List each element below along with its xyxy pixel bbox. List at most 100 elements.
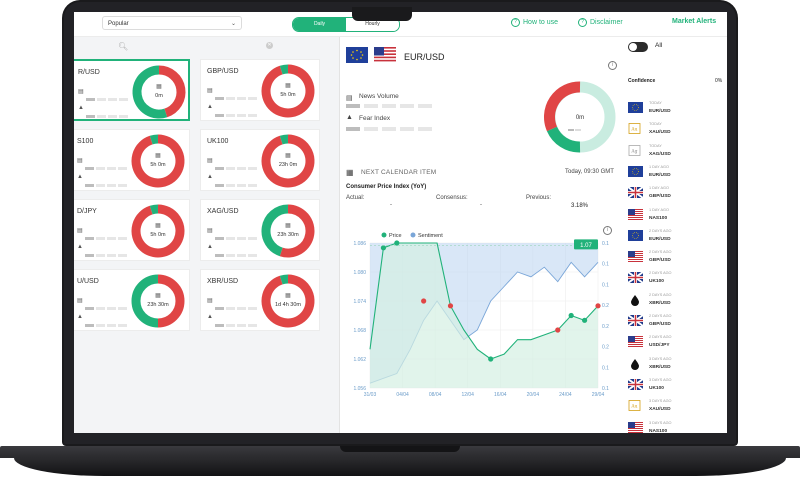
alert-time: 1 DAY AGO <box>649 164 669 169</box>
clear-icon[interactable]: ✕ <box>266 42 273 49</box>
alert-symbol: USD/JPY <box>649 343 670 349</box>
alert-item[interactable]: 2 DAYS AGO EUR/USD <box>628 229 724 251</box>
metric-bar <box>96 324 105 328</box>
fear-index-bar <box>382 127 396 131</box>
tab-daily[interactable]: Daily <box>293 18 346 31</box>
card-metric-bars <box>85 300 129 318</box>
newspaper-icon: ▤ <box>207 228 213 234</box>
all-label: All <box>655 42 663 49</box>
alert-item[interactable]: 2 DAYS AGO GBP/USD <box>628 314 724 336</box>
instrument-card[interactable]: R/USD ▤ ▲ ▦ 0m <box>74 59 190 121</box>
fear-index-bar <box>346 127 360 131</box>
alert-item[interactable]: 3 DAYS AGO XBR/USD <box>628 357 724 379</box>
camera-notch <box>352 7 412 21</box>
alert-item[interactable]: 2 DAYS AGO XBR/USD <box>628 293 724 315</box>
newspaper-icon: ▤ <box>207 158 213 164</box>
card-metric-bars <box>86 91 130 109</box>
alert-symbol: NAS100 <box>649 215 668 221</box>
alert-time: 1 DAY AGO <box>649 186 669 191</box>
alert-symbol: XAG/USD <box>649 151 671 157</box>
countdown-donut: ▦ 0m <box>132 65 186 119</box>
alert-item[interactable]: 1 DAY AGO EUR/USD <box>628 165 724 187</box>
alert-symbol: XAU/USD <box>649 130 671 136</box>
alerts-panel: All Confidence 0% TODAY EUR/USD Au TODAY XAU… <box>624 37 727 433</box>
alert-symbol: UK100 <box>649 385 664 391</box>
price-marker <box>555 327 561 333</box>
alert-item[interactable]: 2 DAYS AGO USD/JPY <box>628 335 724 357</box>
donut-green-segment <box>261 204 289 257</box>
alert-item[interactable]: Au TODAY XAU/USD <box>628 122 724 144</box>
how-to-use-link[interactable]: ? How to use <box>511 17 558 29</box>
alert-symbol: NAS100 <box>649 428 668 434</box>
newspaper-icon: ▤ <box>77 158 83 164</box>
fear-index-label: Fear Index <box>359 115 391 122</box>
metric-bar <box>215 167 224 171</box>
alert-item[interactable]: 2 DAYS AGO GBP/USD <box>628 250 724 272</box>
price-marker <box>595 303 601 309</box>
instrument-card[interactable]: GBP/USD ▤ ▲ ▦ 5h 0m <box>200 59 320 121</box>
current-price-label: 1.07 <box>580 243 592 249</box>
metric-bar <box>118 167 127 171</box>
alert-symbol: EUR/USD <box>649 236 671 242</box>
metric-bar <box>237 167 246 171</box>
countdown-donut: ▦ 5h 0m <box>261 64 315 118</box>
metric-bar <box>248 114 257 118</box>
card-metric-bars <box>215 230 259 248</box>
alert-item[interactable]: Ag TODAY XAG/USD <box>628 144 724 166</box>
info-icon[interactable]: i <box>608 61 617 70</box>
metric-bar <box>97 98 106 102</box>
instrument-card[interactable]: UK100 ▤ ▲ ▦ 23h 0m <box>200 129 320 191</box>
price-sentiment-chart[interactable]: 1.07 1.086 1.080 1.074 1.068 1.062 1.056 0.1 0.1… <box>340 227 622 403</box>
alert-item[interactable]: 3 DAYS AGO NAS100 <box>628 420 724 434</box>
detail-donut: 0m <box>544 81 616 153</box>
metric-bar <box>215 307 224 311</box>
alert-time: 3 DAYS AGO <box>649 399 672 404</box>
metric-bar <box>96 307 105 311</box>
alert-item[interactable]: 1 DAY AGO GBP/USD <box>628 186 724 208</box>
pair-title: EUR/USD <box>404 52 445 62</box>
instrument-card[interactable]: U/USD ▤ ▲ ▦ 23h 30m <box>74 269 190 331</box>
warning-icon: ▲ <box>346 114 353 121</box>
metric-bar <box>237 184 246 188</box>
disclaimer-link[interactable]: ? Disclaimer <box>578 17 623 29</box>
metric-bar <box>248 237 257 241</box>
warning-icon: ▲ <box>77 244 83 250</box>
metric-bar <box>107 184 116 188</box>
alert-item[interactable]: 2 DAYS AGO UK100 <box>628 271 724 293</box>
news-volume-bar <box>400 104 414 108</box>
newspaper-icon: ▤ <box>207 88 213 94</box>
silver-icon: Ag <box>628 144 641 156</box>
alert-time: 3 DAYS AGO <box>649 420 672 425</box>
instrument-card[interactable]: S100 ▤ ▲ ▦ 5h 0m <box>74 129 190 191</box>
all-toggle[interactable] <box>628 42 648 52</box>
donut-label: 0m <box>155 93 163 99</box>
previous-label: Previous: <box>526 195 552 201</box>
alert-item[interactable]: 1 DAY AGO NAS100 <box>628 208 724 230</box>
alert-symbol: XBR/USD <box>649 300 671 306</box>
metric-bar <box>248 184 257 188</box>
news-volume-bar <box>346 104 360 108</box>
event-name: Consumer Price Index (YoY) <box>346 184 427 190</box>
alert-item[interactable]: Au 3 DAYS AGO XAU/USD <box>628 399 724 421</box>
search-bar[interactable]: 🔍︎ ✕ <box>74 37 339 59</box>
metric-bar <box>118 254 127 258</box>
us-flag-icon <box>374 47 396 63</box>
instrument-card[interactable]: XBR/USD ▤ ▲ ▦ 1d 4h 30m <box>200 269 320 331</box>
x-tick: 04/04 <box>396 392 409 398</box>
donut-label: 5h 0m <box>150 162 166 168</box>
alert-item[interactable]: TODAY EUR/USD <box>628 101 724 123</box>
calendar-icon: ▦ <box>285 293 291 299</box>
donut-green-segment <box>132 65 168 119</box>
donut-label: 23h 0m <box>279 162 298 168</box>
card-symbol: XBR/USD <box>207 278 239 285</box>
newspaper-icon: ▤ <box>78 89 84 95</box>
alert-symbol: XAU/USD <box>649 407 671 413</box>
alert-item[interactable]: 3 DAYS AGO UK100 <box>628 378 724 400</box>
instrument-card[interactable]: XAG/USD ▤ ▲ ▦ 23h 30m <box>200 199 320 261</box>
instrument-card[interactable]: D/JPY ▤ ▲ ▦ 5h 0m <box>74 199 190 261</box>
y-tick-left: 1.062 <box>353 357 366 363</box>
donut-red-segment <box>157 274 185 328</box>
category-dropdown[interactable]: Popular ⌄ <box>102 16 242 30</box>
donut-red-segment <box>158 65 186 118</box>
metric-bar <box>97 115 106 119</box>
